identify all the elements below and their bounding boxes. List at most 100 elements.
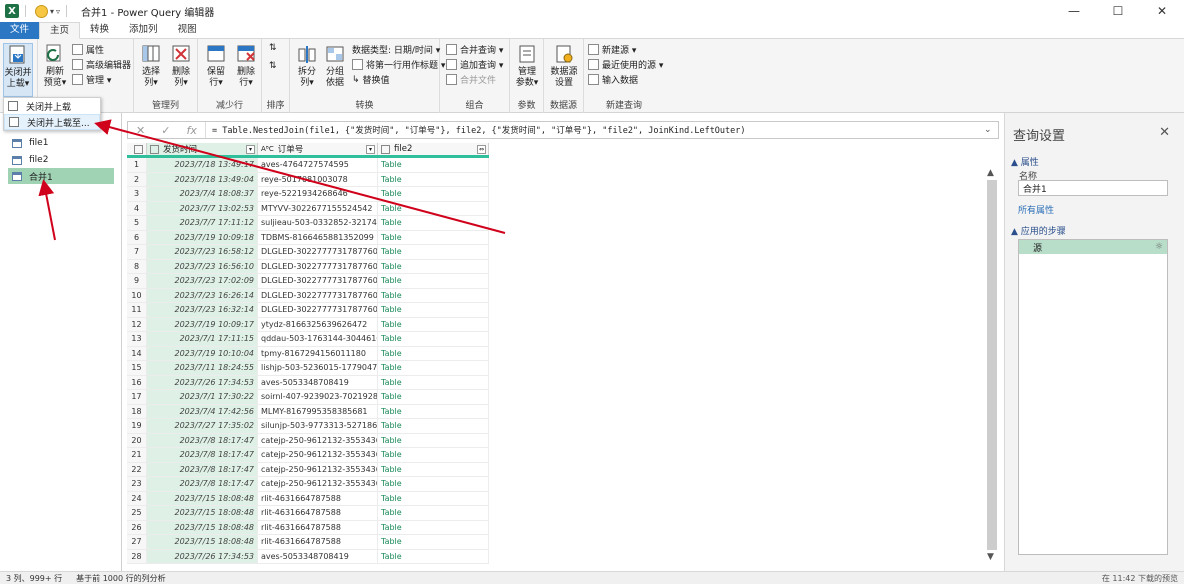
table-row[interactable]: 25 2023/7/15 18:08:48 rlit-4631664787588 Ta… [127, 506, 489, 521]
fx-icon[interactable]: fx [187, 124, 197, 137]
all-properties-link[interactable]: 所有属性 [1018, 203, 1054, 216]
query-item-merge1[interactable]: 合并1 [8, 168, 114, 184]
formula-input[interactable]: = Table.NestedJoin(file1, {"发货时间", "订单号"… [206, 124, 984, 136]
first-row-header-button[interactable]: 将第一行用作标题 ▾ [352, 58, 445, 71]
table-row[interactable]: 20 2023/7/8 18:17:47 catejp-250-9612132-35… [127, 433, 489, 448]
table-row[interactable]: 28 2023/7/26 17:34:53 aves-5053348708419 Ta… [127, 549, 489, 564]
table-row[interactable]: 21 2023/7/8 18:17:47 catejp-250-9612132-35… [127, 448, 489, 463]
recent-sources-button[interactable]: 最近使用的源 ▾ [588, 58, 663, 71]
file2-cell[interactable]: Table [378, 549, 489, 564]
remove-rows-button[interactable]: 删除 行▾ [231, 43, 261, 89]
file2-cell[interactable]: Table [378, 520, 489, 535]
file2-cell[interactable]: Table [378, 361, 489, 376]
table-menu-icon[interactable] [127, 143, 147, 155]
column-header-order-no[interactable]: AᴮC 订单号 ▾ [258, 143, 378, 155]
table-row[interactable]: 23 2023/7/8 18:17:47 catejp-250-9612132-35… [127, 477, 489, 492]
scrollbar-thumb[interactable] [987, 180, 997, 550]
file2-cell[interactable]: Table [378, 158, 489, 173]
refresh-preview-button[interactable]: 刷新 预览▾ [40, 43, 70, 89]
table-row[interactable]: 4 2023/7/7 13:02:53 MTYVV-3022677155524542… [127, 201, 489, 216]
filter-dropdown-icon[interactable]: ▾ [366, 144, 375, 154]
file2-cell[interactable]: Table [378, 491, 489, 506]
column-header-file2[interactable]: file2 ⇔ [378, 143, 489, 155]
table-row[interactable]: 11 2023/7/23 16:32:14 DLGLED-3022777731787… [127, 303, 489, 318]
tab-file[interactable]: 文件 [0, 22, 40, 39]
filter-dropdown-icon[interactable]: ▾ [246, 144, 255, 154]
file2-cell[interactable]: Table [378, 245, 489, 260]
sort-descending-button[interactable]: ⇅ [269, 61, 277, 71]
file2-cell[interactable]: Table [378, 259, 489, 274]
manage-button[interactable]: 管理 ▾ [72, 73, 111, 86]
column-header-ship-time[interactable]: 发货时间 ▾ [147, 143, 258, 155]
file2-cell[interactable]: Table [378, 332, 489, 347]
enter-data-button[interactable]: 输入数据 [588, 73, 638, 86]
table-row[interactable]: 10 2023/7/23 16:26:14 DLGLED-3022777731787… [127, 288, 489, 303]
file2-cell[interactable]: Table [378, 477, 489, 492]
table-row[interactable]: 26 2023/7/15 18:08:48 rlit-4631664787588 Ta… [127, 520, 489, 535]
advanced-editor-button[interactable]: 高级编辑器 [72, 58, 131, 71]
cancel-formula-icon[interactable]: ✕ [136, 124, 145, 137]
file2-cell[interactable]: Table [378, 375, 489, 390]
file2-cell[interactable]: Table [378, 535, 489, 550]
file2-cell[interactable]: Table [378, 172, 489, 187]
file2-cell[interactable]: Table [378, 288, 489, 303]
sort-ascending-button[interactable]: ⇅ [269, 43, 277, 53]
maximize-button[interactable]: ☐ [1096, 0, 1140, 22]
file2-cell[interactable]: Table [378, 187, 489, 202]
table-row[interactable]: 9 2023/7/23 17:02:09 DLGLED-30227777317877… [127, 274, 489, 289]
file2-cell[interactable]: Table [378, 390, 489, 405]
table-row[interactable]: 13 2023/7/1 17:11:15 qddau-503-1763144-304… [127, 332, 489, 347]
table-row[interactable]: 16 2023/7/26 17:34:53 aves-5053348708419 Ta… [127, 375, 489, 390]
tab-transform[interactable]: 转换 [80, 22, 119, 39]
file2-cell[interactable]: Table [378, 230, 489, 245]
tab-home[interactable]: 主页 [39, 22, 81, 39]
tab-view[interactable]: 视图 [168, 22, 207, 39]
table-row[interactable]: 3 2023/7/4 18:08:37 reye-5221934268646 Tabl… [127, 187, 489, 202]
file2-cell[interactable]: Table [378, 216, 489, 231]
file2-cell[interactable]: Table [378, 433, 489, 448]
replace-values-button[interactable]: ↳ 替换值 [352, 73, 390, 87]
table-row[interactable]: 14 2023/7/19 10:10:04 tpmy-816729415601118… [127, 346, 489, 361]
scroll-up-icon[interactable]: ▲ [987, 168, 994, 178]
query-item-file1[interactable]: file1 [8, 135, 114, 151]
query-name-input[interactable]: 合并1 [1018, 180, 1168, 196]
file2-cell[interactable]: Table [378, 462, 489, 477]
applied-steps-section[interactable]: ▲ 应用的步骤 [1011, 224, 1066, 237]
tab-add-column[interactable]: 添加列 [119, 22, 168, 39]
table-row[interactable]: 12 2023/7/19 10:09:17 ytydz-81663256396264… [127, 317, 489, 332]
file2-cell[interactable]: Table [378, 317, 489, 332]
keep-rows-button[interactable]: 保留 行▾ [201, 43, 231, 89]
split-column-button[interactable]: 拆分 列▾ [292, 43, 322, 89]
confirm-formula-icon[interactable]: ✓ [161, 124, 170, 137]
formula-expand-icon[interactable]: ⌄ [984, 125, 998, 135]
group-by-button[interactable]: 分组 依据 [320, 43, 350, 89]
vertical-scrollbar[interactable]: ▲ ▼ [984, 166, 1000, 566]
table-row[interactable]: 6 2023/7/19 10:09:18 TDBMS-816646588135209… [127, 230, 489, 245]
file2-cell[interactable]: Table [378, 404, 489, 419]
table-row[interactable]: 5 2023/7/7 17:11:12 suljieau-503-0332852-3… [127, 216, 489, 231]
remove-columns-button[interactable]: 删除 列▾ [166, 43, 196, 89]
minimize-button[interactable]: — [1052, 0, 1096, 22]
manage-parameters-button[interactable]: 管理 参数▾ [512, 43, 542, 89]
properties-section[interactable]: ▲ 属性 [1011, 155, 1039, 168]
step-settings-gear-icon[interactable]: ☼ [1155, 242, 1163, 252]
query-item-file2[interactable]: file2 [8, 152, 114, 168]
table-row[interactable]: 18 2023/7/4 17:42:56 MLMY-8167995358385681… [127, 404, 489, 419]
table-row[interactable]: 24 2023/7/15 18:08:48 rlit-4631664787588 Ta… [127, 491, 489, 506]
combine-files-button[interactable]: 合并文件 [446, 73, 496, 86]
close-pane-icon[interactable]: ✕ [1159, 125, 1170, 140]
table-row[interactable]: 27 2023/7/15 18:08:48 rlit-4631664787588 Ta… [127, 535, 489, 550]
table-row[interactable]: 1 2023/7/18 13:49:17 aves-4764727574595 Tab… [127, 158, 489, 173]
file2-cell[interactable]: Table [378, 346, 489, 361]
append-queries-button[interactable]: 追加查询 ▾ [446, 58, 503, 71]
file2-cell[interactable]: Table [378, 506, 489, 521]
choose-columns-button[interactable]: 选择 列▾ [136, 43, 166, 89]
table-row[interactable]: 19 2023/7/27 17:35:02 silunjp-503-9773313-… [127, 419, 489, 434]
expand-column-icon[interactable]: ⇔ [477, 144, 486, 154]
table-row[interactable]: 22 2023/7/8 18:17:47 catejp-250-9612132-35… [127, 462, 489, 477]
table-row[interactable]: 8 2023/7/23 16:56:10 DLGLED-30227777317877… [127, 259, 489, 274]
file2-cell[interactable]: Table [378, 201, 489, 216]
file2-cell[interactable]: Table [378, 274, 489, 289]
step-source[interactable]: 源 ☼ [1019, 240, 1167, 254]
table-row[interactable]: 17 2023/7/1 17:30:22 soirnl-407-9239023-70… [127, 390, 489, 405]
